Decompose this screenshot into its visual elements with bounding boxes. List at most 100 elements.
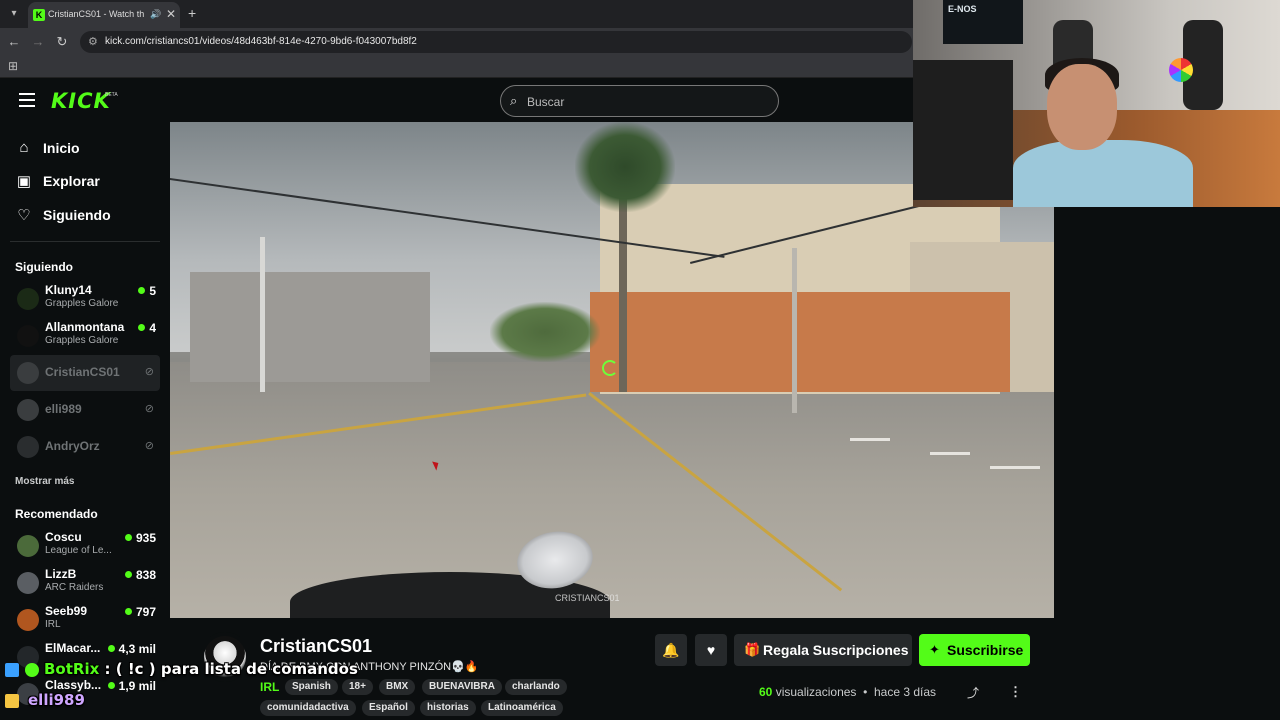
facecam-poster-text: E-NOS <box>948 4 977 14</box>
share-icon[interactable]: ⤴ <box>967 684 979 701</box>
channel-category: Grapples Galore <box>45 335 119 346</box>
channel-name: Kluny14 <box>45 283 92 297</box>
channel-name: Seeb99 <box>45 604 88 618</box>
kick-favicon-icon: K <box>33 9 45 21</box>
gift-subscriptions-button[interactable]: 🎁 Regala Suscripciones <box>734 634 912 666</box>
live-dot-icon <box>124 534 132 541</box>
channel-category: Grapples Galore <box>45 298 119 309</box>
following-title: Siguiendo <box>15 260 73 274</box>
chat-username: BotRix <box>44 660 100 678</box>
live-dot-icon <box>138 324 146 331</box>
kick-logo[interactable]: KICK <box>51 89 111 113</box>
subscribe-button[interactable]: ✦ Suscribirse <box>919 634 1030 666</box>
bot-badge-icon <box>5 663 19 677</box>
video-pole <box>260 237 265 392</box>
view-stats: 60 visualizaciones • hace 3 días <box>759 685 936 699</box>
video-palm-trunk <box>619 182 627 392</box>
search-input[interactable] <box>527 93 767 111</box>
viewer-count-value: 4,3 mil <box>118 642 156 656</box>
more-options-icon[interactable]: ⋮ <box>1009 684 1022 700</box>
views-label: visualizaciones <box>775 685 857 699</box>
tag[interactable]: charlando <box>505 679 567 695</box>
speaker-icon[interactable]: 🔊 <box>150 9 161 20</box>
video-road <box>170 362 1054 618</box>
follow-heart-button[interactable]: ♥ <box>695 634 727 666</box>
video-road-dash <box>990 466 1040 469</box>
viewer-count: 935 <box>124 531 156 545</box>
channel-name: CristianCS01 <box>45 365 120 379</box>
recommended-channel-coscu[interactable]: Coscu League of Le... 935 <box>10 528 160 564</box>
bell-icon: 🔔 <box>662 642 680 658</box>
tag[interactable]: historias <box>420 700 476 716</box>
live-dot-icon <box>107 645 115 652</box>
tag[interactable]: Latinoamérica <box>481 700 563 716</box>
avatar <box>17 535 39 557</box>
avatar <box>17 362 39 384</box>
heart-icon: ♥ <box>706 642 716 658</box>
tag[interactable]: 18+ <box>342 679 373 695</box>
nav-item-siguiendo[interactable]: ♡ Siguiendo <box>0 201 170 229</box>
tag[interactable]: BUENAVIBRA <box>422 679 502 695</box>
close-tab-icon[interactable]: ✕ <box>166 7 176 21</box>
apps-grid-icon[interactable]: ⊞ <box>8 59 18 73</box>
tab-search-icon[interactable]: ▾ <box>6 6 22 22</box>
channel-name: ElMacar... <box>45 641 101 655</box>
reload-icon[interactable]: ↻ <box>54 34 70 50</box>
nav-label: Inicio <box>43 140 80 156</box>
channel-name: Coscu <box>45 530 82 544</box>
site-info-icon[interactable]: ⚙ <box>88 35 98 48</box>
following-channel-cristiancs01[interactable]: CristianCS01 ⊘ <box>10 355 160 391</box>
loading-spinner-icon <box>602 360 618 376</box>
recommended-title: Recomendado <box>15 507 98 521</box>
gift-subscriptions-label: Regala Suscripciones <box>763 642 909 658</box>
channel-category: IRL <box>45 619 61 630</box>
live-dot-icon <box>138 287 146 294</box>
tag[interactable]: Spanish <box>285 679 338 695</box>
category-link[interactable]: IRL <box>260 680 279 694</box>
forward-arrow-icon[interactable]: → <box>30 34 46 49</box>
time-ago: hace 3 días <box>873 685 937 699</box>
following-channel-allanmontana[interactable]: Allanmontana Grapples Galore 4 <box>10 318 160 354</box>
show-more-link[interactable]: Mostrar más <box>15 476 74 487</box>
video-palm-leaves <box>575 122 675 212</box>
menu-icon[interactable] <box>19 93 35 107</box>
tag[interactable]: BMX <box>379 679 416 695</box>
tag[interactable]: comunidadactiva <box>260 700 356 716</box>
nav-label: Siguiendo <box>43 207 111 223</box>
compass-icon: ▣ <box>16 173 32 190</box>
nav-item-inicio[interactable]: ⌂ Inicio <box>0 134 170 162</box>
tag[interactable]: Español <box>362 700 415 716</box>
sparkle-icon: ✦ <box>929 642 940 657</box>
new-tab-icon[interactable]: + <box>188 5 196 21</box>
viewer-count-value: 4 <box>149 321 156 335</box>
channel-category: League of Le... <box>45 545 112 556</box>
following-channel-kluny14[interactable]: Kluny14 Grapples Galore 5 <box>10 281 160 317</box>
channel-name: Allanmontana <box>45 320 125 334</box>
divider <box>10 241 160 242</box>
beta-badge: BETA <box>105 92 118 98</box>
avatar <box>17 288 39 310</box>
gift-icon: 🎁 <box>744 642 761 657</box>
live-dot-icon <box>124 608 132 615</box>
recommended-channel-seeb99[interactable]: Seeb99 IRL 797 <box>10 602 160 638</box>
chat-overlay-user: elli989 <box>28 691 85 709</box>
avatar <box>17 572 39 594</box>
browser-tab[interactable]: K CristianCS01 - Watch the V 🔊 ✕ <box>28 2 180 28</box>
search-box[interactable]: ⌕ <box>500 85 779 117</box>
streamer-name[interactable]: CristianCS01 <box>260 636 372 657</box>
chat-message: : ( !c ) para lista de comandos <box>104 660 358 678</box>
facecam-bed <box>913 60 1013 200</box>
back-arrow-icon[interactable]: ← <box>6 34 22 49</box>
channel-name: elli989 <box>45 402 82 416</box>
nav-item-explorar[interactable]: ▣ Explorar <box>0 167 170 195</box>
subscribe-label: Suscribirse <box>947 642 1024 658</box>
address-bar[interactable]: ⚙ kick.com/cristiancs01/videos/48d463bf-… <box>80 31 912 53</box>
channel-name: LizzB <box>45 567 77 581</box>
following-channel-andryorz[interactable]: AndryOrz ⊘ <box>10 429 160 465</box>
following-channel-elli989[interactable]: elli989 ⊘ <box>10 392 160 428</box>
home-icon: ⌂ <box>19 139 29 156</box>
video-building-left <box>190 272 430 382</box>
notification-bell-button[interactable]: 🔔 <box>655 634 687 666</box>
separator-dot: • <box>863 685 868 699</box>
recommended-channel-lizzb[interactable]: LizzB ARC Raiders 838 <box>10 565 160 601</box>
